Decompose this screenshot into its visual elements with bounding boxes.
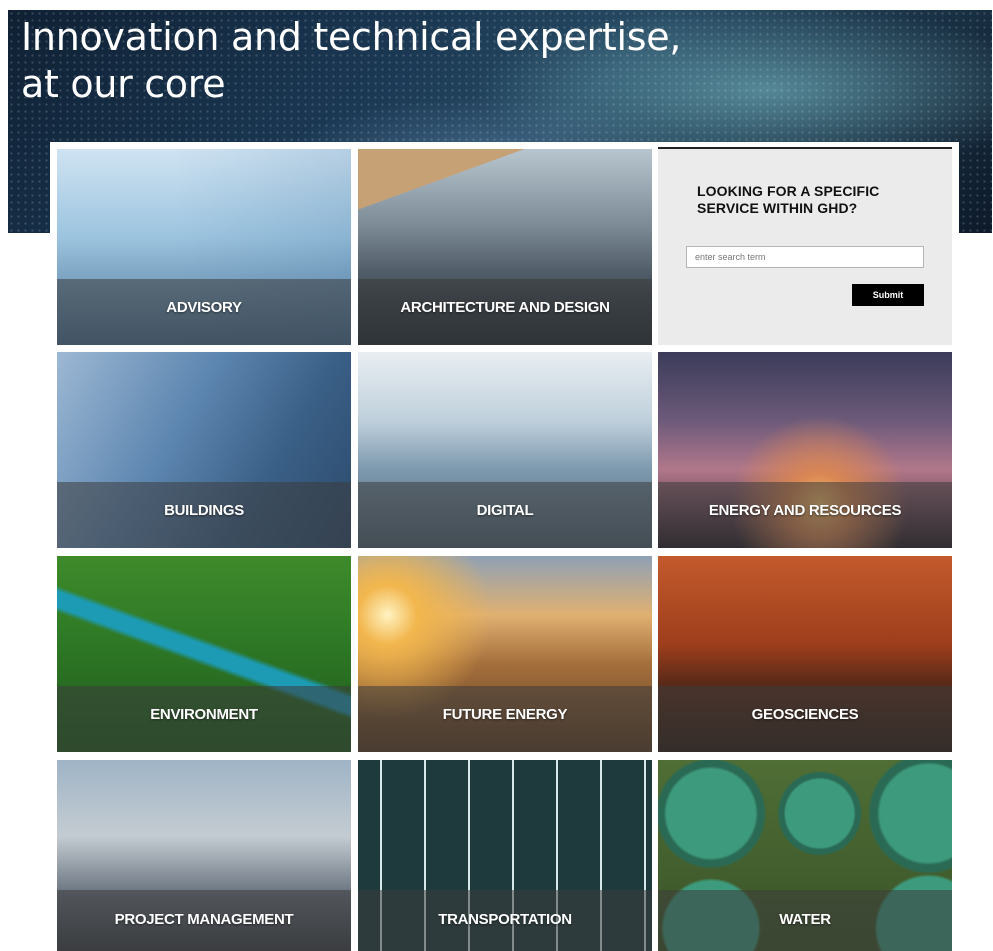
submit-button[interactable]: Submit xyxy=(852,284,924,306)
tile-label: DIGITAL xyxy=(476,502,534,519)
tile-label: PROJECT MANAGEMENT xyxy=(114,911,294,928)
service-tile-digital[interactable]: DIGITAL xyxy=(358,352,652,548)
service-tile-environment[interactable]: ENVIRONMENT xyxy=(57,556,351,752)
search-heading: LOOKING FOR A SPECIFIC SERVICE WITHIN GH… xyxy=(697,183,880,216)
services-grid: ADVISORY ARCHITECTURE AND DESIGN LOOKING… xyxy=(50,142,959,951)
service-tile-transportation[interactable]: TRANSPORTATION xyxy=(358,760,652,951)
tile-label: ARCHITECTURE AND DESIGN xyxy=(400,299,610,316)
tile-label: ADVISORY xyxy=(166,299,242,316)
tile-label: BUILDINGS xyxy=(164,502,244,519)
service-tile-project-management[interactable]: PROJECT MANAGEMENT xyxy=(57,760,351,951)
service-tile-advisory[interactable]: ADVISORY xyxy=(57,149,351,345)
tile-label: ENERGY AND RESOURCES xyxy=(708,502,902,519)
tile-label: GEOSCIENCES xyxy=(751,706,859,723)
tile-label: WATER xyxy=(779,911,831,928)
service-tile-buildings[interactable]: BUILDINGS xyxy=(57,352,351,548)
service-tile-architecture-and-design[interactable]: ARCHITECTURE AND DESIGN xyxy=(358,149,652,345)
hero-title-line-2: at our core xyxy=(21,62,226,106)
service-search-panel: LOOKING FOR A SPECIFIC SERVICE WITHIN GH… xyxy=(658,147,952,345)
tile-label: ENVIRONMENT xyxy=(150,706,258,723)
hero-title: Innovation and technical expertise, at ou… xyxy=(21,14,681,108)
tile-label: FUTURE ENERGY xyxy=(442,706,568,723)
tile-label: TRANSPORTATION xyxy=(438,911,572,928)
service-tile-energy-and-resources[interactable]: ENERGY AND RESOURCES xyxy=(658,352,952,548)
search-input[interactable] xyxy=(686,246,924,268)
service-tile-future-energy[interactable]: FUTURE ENERGY xyxy=(358,556,652,752)
service-tile-water[interactable]: WATER xyxy=(658,760,952,951)
service-tile-geosciences[interactable]: GEOSCIENCES xyxy=(658,556,952,752)
hero-title-line-1: Innovation and technical expertise, xyxy=(21,15,682,59)
